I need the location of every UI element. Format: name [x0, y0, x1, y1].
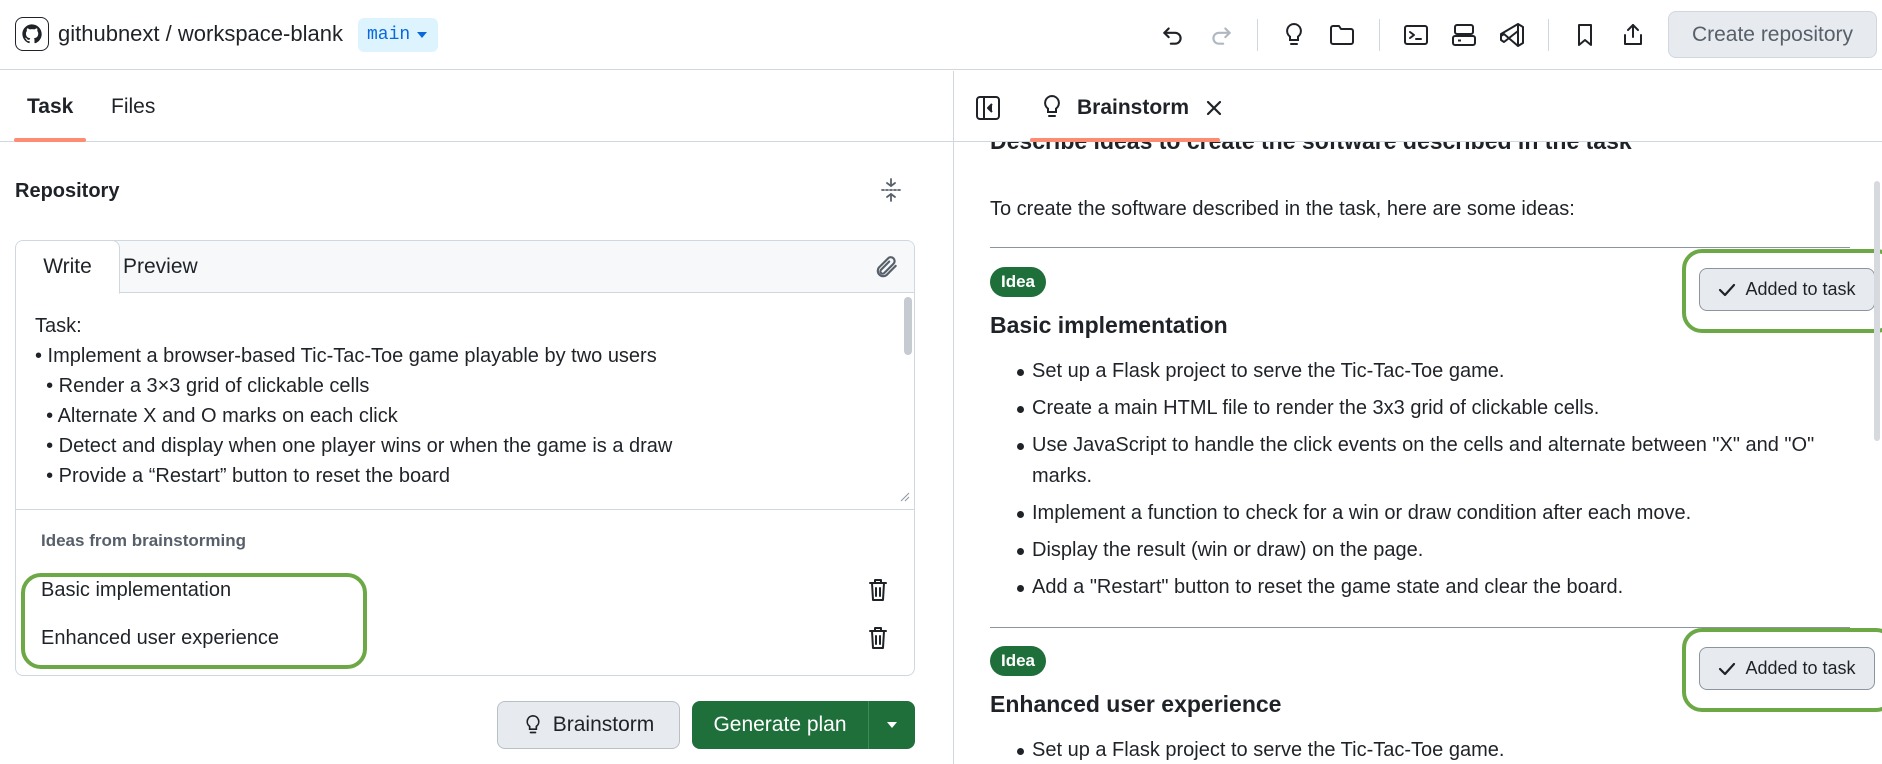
lightbulb-icon[interactable]	[1276, 17, 1312, 53]
server-icon[interactable]	[1446, 17, 1482, 53]
list-item: Set up a Flask project to serve the Tic-…	[990, 356, 1850, 387]
divider	[990, 247, 1850, 248]
tab-write[interactable]: Write	[16, 241, 120, 294]
idea-bullet-list: Set up a Flask project to serve the Tic-…	[990, 735, 1850, 764]
list-item: Set up a Flask project to serve the Tic-…	[990, 735, 1850, 764]
divider	[16, 509, 914, 510]
collapse-icon[interactable]	[876, 175, 906, 205]
redo-icon[interactable]	[1203, 17, 1239, 53]
close-icon[interactable]	[1202, 96, 1226, 120]
section-title: Repository	[15, 180, 120, 202]
repo-title[interactable]: githubnext / workspace-blank	[58, 20, 343, 48]
terminal-icon[interactable]	[1398, 17, 1434, 53]
ideas-label: Ideas from brainstorming	[41, 531, 246, 550]
toolbar-divider	[1379, 19, 1380, 51]
brainstorm-button[interactable]: Brainstorm	[497, 701, 680, 749]
brainstorm-panel: Describe ideas to create the software de…	[954, 71, 1882, 764]
panel-scrollbar[interactable]	[1874, 181, 1880, 441]
list-item: Display the result (win or draw) on the …	[990, 535, 1850, 566]
idea-bullet-list: Set up a Flask project to serve the Tic-…	[990, 356, 1850, 609]
idea-badge: Idea	[990, 267, 1047, 297]
repo-owner[interactable]: githubnext	[58, 21, 160, 46]
added-to-task-label: Added to task	[1745, 658, 1856, 678]
idea-title: Basic implementation	[990, 312, 1228, 338]
folder-icon[interactable]	[1324, 17, 1360, 53]
toolbar-divider	[1257, 19, 1258, 51]
task-panel-tabs: Task Files	[0, 71, 953, 142]
task-line: • Render a 3×3 grid of clickable cells	[35, 375, 370, 397]
task-textarea[interactable]: Task: • Implement a browser-based Tic-Ta…	[35, 311, 895, 491]
trash-icon[interactable]	[865, 577, 891, 603]
check-icon	[1719, 662, 1736, 675]
trash-icon[interactable]	[865, 625, 891, 651]
active-tab-indicator	[14, 138, 86, 142]
active-tab-indicator	[1030, 138, 1220, 142]
generate-plan-button[interactable]: Generate plan	[692, 701, 915, 749]
list-item: Use JavaScript to handle the click event…	[990, 430, 1850, 492]
idea-title: Enhanced user experience	[990, 691, 1282, 717]
tab-files[interactable]: Files	[111, 94, 155, 120]
textarea-scrollbar[interactable]	[904, 297, 912, 355]
list-item: Implement a function to check for a win …	[990, 498, 1850, 529]
bookmark-icon[interactable]	[1567, 17, 1603, 53]
added-to-task-button[interactable]: Added to task	[1699, 647, 1875, 690]
caret-down-icon[interactable]	[869, 721, 915, 729]
list-item: Add a "Restart" button to reset the game…	[990, 572, 1850, 603]
task-line: • Provide a “Restart” button to reset th…	[35, 465, 450, 487]
branch-name: main	[367, 25, 411, 45]
list-item: Create a main HTML file to render the 3x…	[990, 393, 1850, 424]
undo-icon[interactable]	[1155, 17, 1191, 53]
resize-handle-icon[interactable]	[898, 489, 910, 502]
generate-plan-label[interactable]: Generate plan	[692, 713, 868, 737]
editor-header: Write Preview	[16, 241, 914, 294]
added-to-task-button[interactable]: Added to task	[1699, 268, 1875, 311]
tab-task[interactable]: Task	[27, 94, 73, 120]
task-panel: Task Files Repository Write Preview Task…	[0, 71, 953, 764]
top-bar: githubnext / workspace-blank main Create…	[0, 0, 1882, 70]
brainstorm-tab-bar: Brainstorm	[954, 71, 1882, 142]
share-icon[interactable]	[1615, 17, 1651, 53]
repo-name[interactable]: workspace-blank	[178, 21, 343, 46]
github-logo-icon[interactable]	[15, 17, 49, 51]
brainstorm-button-label: Brainstorm	[552, 713, 655, 736]
task-line: • Implement a browser-based Tic-Tac-Toe …	[35, 345, 657, 367]
added-to-task-label: Added to task	[1745, 279, 1856, 299]
check-icon	[1719, 283, 1736, 296]
tab-preview[interactable]: Preview	[123, 254, 198, 280]
sidebar-toggle-icon[interactable]	[975, 95, 1001, 121]
tab-brainstorm[interactable]: Brainstorm	[1077, 96, 1189, 120]
paperclip-icon[interactable]	[874, 254, 900, 280]
brainstorm-intro: To create the software described in the …	[990, 198, 1575, 220]
task-line: • Alternate X and O marks on each click	[35, 405, 398, 427]
highlight-outline	[21, 573, 367, 669]
lightbulb-icon	[1040, 93, 1064, 121]
toolbar-divider	[1548, 19, 1549, 51]
task-line: Task:	[35, 315, 82, 337]
lightbulb-icon	[526, 714, 540, 734]
caret-down-icon	[417, 32, 428, 38]
branch-selector[interactable]: main	[358, 18, 439, 52]
repo-separator: /	[159, 21, 178, 46]
idea-badge: Idea	[990, 646, 1047, 676]
create-repository-button[interactable]: Create repository	[1668, 11, 1877, 58]
task-line: • Detect and display when one player win…	[35, 435, 673, 457]
vscode-icon[interactable]	[1494, 17, 1530, 53]
